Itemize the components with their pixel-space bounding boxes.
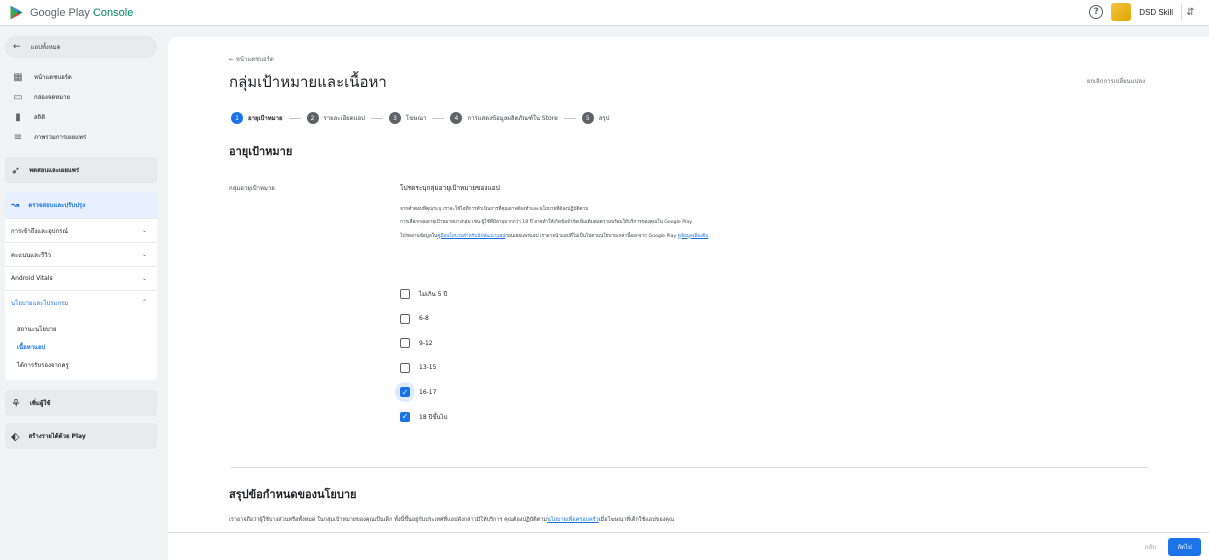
app-title: Google Play Console xyxy=(30,6,134,19)
chevron-down-icon: ⌄ xyxy=(141,227,147,234)
sidebar-item-test-release[interactable]: ➶ ทดสอบและเผยแพร่ xyxy=(5,157,157,183)
checkbox-label: ไม่เกิน 5 ปี xyxy=(419,291,448,299)
sidebar-item-label: สถิติ xyxy=(34,114,46,121)
sidebar-item-accessibility[interactable]: การเข้าถึงและอุปกรณ์ ⌄ xyxy=(5,218,157,242)
back-button[interactable]: กลับ xyxy=(1145,542,1156,552)
description-text: การเลือกกลุ่มอายุเป้าหมายบางกลุ่ม เช่น ผ… xyxy=(400,220,693,226)
inbox-icon: ▭ xyxy=(13,91,23,103)
back-arrow-icon: ← xyxy=(13,42,21,52)
sidebar-item-policy-status[interactable]: สถานะนโยบาย xyxy=(5,320,157,338)
step-app-details[interactable]: 2 รายละเอียดแอป xyxy=(306,112,365,124)
description-text: จากคำตอบที่คุณระบุ เราจะใช้ไอทีการดำเนิน… xyxy=(400,207,589,212)
help-icon[interactable]: ? xyxy=(1089,5,1104,19)
divider xyxy=(230,467,1148,468)
sidebar-item-publishing-overview[interactable]: ≡ ภาพรวมการเผยแพร่ xyxy=(0,127,168,147)
sidebar-item-label: ทดสอบและเผยแพร่ xyxy=(29,167,80,174)
tag-icon: ⬖ xyxy=(11,429,20,443)
sidebar-item-app-content[interactable]: เนื้อหาแอป xyxy=(5,338,157,356)
checkbox[interactable] xyxy=(400,313,410,324)
checkbox[interactable] xyxy=(400,362,410,373)
sidebar-section-monitor: ↝ ตรวจสอบและปรับปรุง การเข้าถึงและอุปกรณ… xyxy=(5,192,157,380)
age-option-6-8[interactable]: 6-8 xyxy=(400,307,447,332)
step-store-listing[interactable]: 4 การแสดงข้อมูลผลิตภัณฑ์ใน Store xyxy=(450,112,558,124)
checkbox-label: 6-8 xyxy=(419,315,429,323)
sidebar-item-label: นโยบายและโปรแกรม xyxy=(11,299,69,307)
description-text: โปรดอ่านข้อมูลในคู่มือนโยบายสำหรับนักพัฒ… xyxy=(400,233,709,239)
stepper: 1 อายุเป้าหมาย 2 รายละเอียดแอป 3 โฆษณา 4… xyxy=(231,112,609,124)
checkbox[interactable] xyxy=(400,338,410,349)
chevron-down-icon: ⌄ xyxy=(141,251,147,258)
sidebar-item-android-vitals[interactable]: Android Vitals ⌄ xyxy=(5,266,157,290)
age-option-9-12[interactable]: 9-12 xyxy=(400,331,447,356)
sidebar-item-label: ตรวจสอบและปรับปรุง xyxy=(28,202,86,209)
play-console-logo[interactable]: Google Play Console xyxy=(9,5,133,20)
dashboard-icon: ▦ xyxy=(13,71,23,83)
bottom-bar: กลับ ถัดไป xyxy=(168,532,1209,560)
policy-submenu: สถานะนโยบาย เนื้อหาแอป ได้การรับรองจากคร… xyxy=(5,314,157,380)
sidebar-item-monetize[interactable]: ⬖ สร้างรายได้ด้วย Play xyxy=(5,423,157,449)
sidebar-item-label: สร้างรายได้ด้วย Play xyxy=(28,433,86,440)
developer-logo xyxy=(1111,3,1132,21)
sidebar-item-dashboard[interactable]: ▦ หน้าแดชบอร์ด xyxy=(0,67,168,87)
sidebar-item-label: Android Vitals xyxy=(11,275,53,282)
play-logo-icon xyxy=(10,5,23,20)
target-age-description: โปรดระบุกลุ่มอายุเป้าหมายของแอป จากคำตอบ… xyxy=(400,183,800,240)
chevron-down-icon: ⌄ xyxy=(141,275,147,282)
age-option-13-15[interactable]: 13-15 xyxy=(400,356,447,381)
account-name[interactable]: DSD Skill xyxy=(1139,8,1173,17)
all-apps-button[interactable]: ← แอปทั้งหมด xyxy=(5,36,157,58)
sidebar: ← แอปทั้งหมด ▦ หน้าแดชบอร์ด ▭ กล่องจดหมา… xyxy=(0,26,168,560)
target-age-prompt: โปรดระบุกลุ่มอายุเป้าหมายของแอป xyxy=(400,184,500,192)
sidebar-item-inbox[interactable]: ▭ กล่องจดหมาย xyxy=(0,87,168,107)
main-content: ← หน้าแดชบอร์ด กลุ่มเป้าหมายและเนื้อหา ย… xyxy=(168,37,1209,560)
section-title: อายุเป้าหมาย xyxy=(229,145,293,158)
sidebar-item-label: การเข้าถึงและอุปกรณ์ xyxy=(11,227,68,235)
sidebar-item-statistics[interactable]: ▮ สถิติ xyxy=(0,107,168,127)
rocket-icon: ➶ xyxy=(11,163,21,177)
families-policy-link[interactable]: นโยบายเพื่อครอบครัว xyxy=(547,517,599,523)
checkbox-label: 16-17 xyxy=(419,388,437,396)
sidebar-item-label: กล่องจดหมาย xyxy=(34,94,71,101)
next-button[interactable]: ถัดไป xyxy=(1168,538,1201,556)
checkbox-label: 13-15 xyxy=(419,364,437,372)
step-target-age[interactable]: 1 อายุเป้าหมาย xyxy=(231,112,283,124)
learn-more-link[interactable]: ดูข้อมูลเพิ่มเติม xyxy=(678,234,709,239)
publishing-overview-icon: ≡ xyxy=(13,131,23,143)
account-switch-icon[interactable]: ⇵ xyxy=(1181,3,1199,21)
monitor-icon: ↝ xyxy=(11,199,20,211)
developer-policy-link[interactable]: คู่มือนโยบายสำหรับนักพัฒนาแอป xyxy=(437,234,505,239)
breadcrumb[interactable]: ← หน้าแดชบอร์ด xyxy=(229,54,274,64)
checkbox[interactable] xyxy=(400,289,410,300)
page-title: กลุ่มเป้าหมายและเนื้อหา xyxy=(229,73,387,91)
sidebar-item-monitor[interactable]: ↝ ตรวจสอบและปรับปรุง xyxy=(5,192,157,218)
age-option-16-17[interactable]: ✓ 16-17 xyxy=(395,380,447,405)
step-ads[interactable]: 3 โฆษณา xyxy=(388,112,426,124)
age-option-0-5[interactable]: ไม่เกิน 5 ปี xyxy=(400,282,447,307)
checkbox-label: 18 ปีขึ้นไป xyxy=(419,413,448,421)
sidebar-item-grow-users[interactable]: ⚘ เพิ่มผู้ใช้ xyxy=(5,390,157,416)
target-age-label: กลุ่มอายุเป้าหมาย xyxy=(229,185,275,192)
checkbox-checked[interactable]: ✓ xyxy=(395,382,415,403)
sidebar-item-label: ภาพรวมการเผยแพร่ xyxy=(34,134,87,141)
checkbox-checked[interactable]: ✓ xyxy=(400,411,410,422)
checkbox-label: 9-12 xyxy=(419,339,433,347)
grow-icon: ⚘ xyxy=(11,396,21,410)
all-apps-label: แอปทั้งหมด xyxy=(30,44,61,51)
step-summary[interactable]: 5 สรุป xyxy=(581,112,609,124)
age-option-18-plus[interactable]: ✓ 18 ปีขึ้นไป xyxy=(400,405,447,430)
policy-summary-text: เราอาจถือว่าผู้ใช้บางส่วนหรือทั้งหมด ในก… xyxy=(229,517,675,523)
stats-icon: ▮ xyxy=(15,111,21,123)
sidebar-item-teacher-approved[interactable]: ได้การรับรองจากครู xyxy=(5,356,157,374)
sidebar-item-label: เพิ่มผู้ใช้ xyxy=(29,400,51,407)
top-bar: Google Play Console ? DSD Skill ⇵ xyxy=(0,0,1209,26)
age-group-checkboxes: ไม่เกิน 5 ปี 6-8 9-12 13-15 ✓ 16-17 ✓ 18… xyxy=(395,282,447,430)
chevron-up-icon: ⌃ xyxy=(141,299,147,306)
sidebar-item-policy[interactable]: นโยบายและโปรแกรม ⌃ xyxy=(5,290,157,314)
sidebar-item-ratings[interactable]: คะแนนและรีวิว ⌄ xyxy=(5,242,157,266)
discard-changes-button[interactable]: ยกเลิกการเปลี่ยนแปลง xyxy=(1087,76,1145,86)
policy-summary-title: สรุปข้อกำหนดของนโยบาย xyxy=(229,488,357,501)
sidebar-item-label: หน้าแดชบอร์ด xyxy=(34,74,72,81)
sidebar-item-label: คะแนนและรีวิว xyxy=(11,251,52,259)
